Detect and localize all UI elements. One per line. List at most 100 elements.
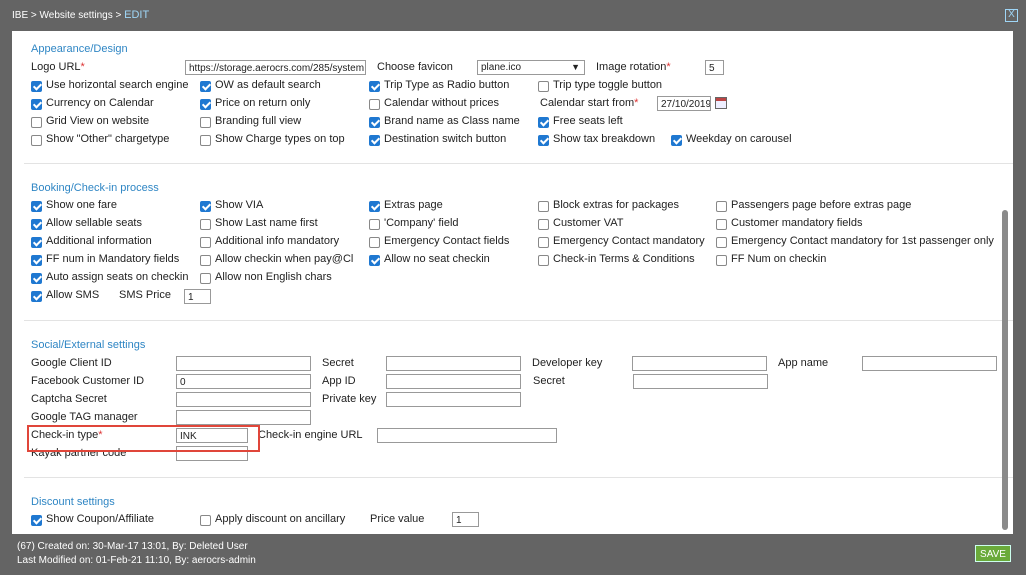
- private-key-label: Private key: [322, 393, 377, 405]
- checkbox-last-name-first[interactable]: [200, 219, 211, 230]
- checkbox-ff-num-checkin[interactable]: [716, 255, 727, 266]
- option-label: Apply discount on ancillary: [215, 513, 346, 525]
- logo-url-label: Logo URL*: [31, 61, 85, 73]
- option-label: Show Last name first: [215, 217, 318, 229]
- checkbox-ow-default[interactable]: [200, 81, 211, 92]
- option-label: Show Charge types on top: [215, 133, 345, 145]
- option-label: Allow sellable seats: [46, 217, 142, 229]
- save-button[interactable]: SAVE: [975, 545, 1011, 562]
- rotation-input[interactable]: 5: [705, 60, 724, 75]
- breadcrumb-path: IBE > Website settings >: [12, 10, 122, 21]
- checkbox-calendar-no-prices[interactable]: [369, 99, 380, 110]
- app-name-input[interactable]: [862, 356, 997, 371]
- checkbox-tax-breakdown[interactable]: [538, 135, 549, 146]
- section-title-booking: Booking/Check-in process: [31, 182, 159, 194]
- option-label: Auto assign seats on checkin: [46, 271, 189, 283]
- checkbox-show-one-fare[interactable]: [31, 201, 42, 212]
- checkbox-block-extras[interactable]: [538, 201, 549, 212]
- checkbox-auto-assign-seats[interactable]: [31, 273, 42, 284]
- google-client-id-input[interactable]: [176, 356, 311, 371]
- checkbox-emergency-first-passenger[interactable]: [716, 237, 727, 248]
- checkbox-additional-info[interactable]: [31, 237, 42, 248]
- checkbox-grid-view[interactable]: [31, 117, 42, 128]
- checkbox-show-via[interactable]: [200, 201, 211, 212]
- option-label: Emergency Contact fields: [384, 235, 510, 247]
- option-label: Weekday on carousel: [686, 133, 792, 145]
- scrollbar-thumb[interactable]: [1002, 210, 1008, 530]
- facebook-customer-id-input[interactable]: 0: [176, 374, 311, 389]
- checkbox-apply-discount-ancillary[interactable]: [200, 515, 211, 526]
- checkin-engine-url-input[interactable]: [377, 428, 557, 443]
- option-label: 'Company' field: [384, 217, 459, 229]
- checkbox-no-seat-checkin[interactable]: [369, 255, 380, 266]
- option-label: Show tax breakdown: [553, 133, 656, 145]
- favicon-select[interactable]: plane.ico ▼: [477, 60, 585, 75]
- calendar-start-input[interactable]: 27/10/2019: [657, 96, 711, 111]
- facebook-customer-id-label: Facebook Customer ID: [31, 375, 145, 387]
- google-secret-input[interactable]: [386, 356, 521, 371]
- option-label: Emergency Contact mandatory: [553, 235, 705, 247]
- checkbox-checkin-pay-cl[interactable]: [200, 255, 211, 266]
- option-label: Block extras for packages: [553, 199, 679, 211]
- checkbox-charge-types-top[interactable]: [200, 135, 211, 146]
- edit-mode-label: EDIT: [124, 9, 150, 21]
- sms-price-label: SMS Price: [119, 289, 171, 301]
- option-label: Currency on Calendar: [46, 97, 154, 109]
- highlight-box: [27, 425, 260, 452]
- checkbox-other-chargetype[interactable]: [31, 135, 42, 146]
- google-tag-manager-input[interactable]: [176, 410, 311, 425]
- option-label: Brand name as Class name: [384, 115, 520, 127]
- checkbox-emergency-fields[interactable]: [369, 237, 380, 248]
- facebook-secret-input[interactable]: [633, 374, 768, 389]
- checkbox-show-coupon[interactable]: [31, 515, 42, 526]
- option-label: Trip type toggle button: [553, 79, 663, 91]
- checkbox-horizontal-search[interactable]: [31, 81, 42, 92]
- settings-panel: Appearance/Design Logo URL* https://stor…: [12, 31, 1013, 534]
- option-label: Check-in Terms & Conditions: [553, 253, 695, 265]
- option-label: Branding full view: [215, 115, 302, 127]
- option-label: Destination switch button: [384, 133, 507, 145]
- checkbox-checkin-terms[interactable]: [538, 255, 549, 266]
- captcha-secret-input[interactable]: [176, 392, 311, 407]
- checkbox-branding-full[interactable]: [200, 117, 211, 128]
- checkbox-weekday-carousel[interactable]: [671, 135, 682, 146]
- option-label: Customer mandatory fields: [731, 217, 863, 229]
- option-label: Use horizontal search engine: [46, 79, 189, 91]
- checkbox-company-field[interactable]: [369, 219, 380, 230]
- checkbox-additional-info-mandatory[interactable]: [200, 237, 211, 248]
- title-bar: IBE > Website settings > EDIT X: [0, 0, 1026, 30]
- calendar-icon[interactable]: [715, 97, 727, 109]
- checkbox-price-return[interactable]: [200, 99, 211, 110]
- checkbox-brand-class[interactable]: [369, 117, 380, 128]
- checkbox-trip-type-radio[interactable]: [369, 81, 380, 92]
- option-label: OW as default search: [215, 79, 321, 91]
- checkbox-emergency-mandatory[interactable]: [538, 237, 549, 248]
- logo-url-input[interactable]: https://storage.aerocrs.com/285/system: [185, 60, 366, 75]
- price-value-input[interactable]: 1: [452, 512, 479, 527]
- private-key-input[interactable]: [386, 392, 521, 407]
- checkbox-ff-mandatory[interactable]: [31, 255, 42, 266]
- app-id-label: App ID: [322, 375, 356, 387]
- checkbox-passengers-before-extras[interactable]: [716, 201, 727, 212]
- checkbox-currency-calendar[interactable]: [31, 99, 42, 110]
- checkbox-extras-page[interactable]: [369, 201, 380, 212]
- captcha-secret-label: Captcha Secret: [31, 393, 107, 405]
- checkbox-non-english-chars[interactable]: [200, 273, 211, 284]
- chevron-down-icon: ▼: [571, 62, 580, 72]
- checkbox-sellable-seats[interactable]: [31, 219, 42, 230]
- checkbox-trip-type-toggle[interactable]: [538, 81, 549, 92]
- option-label: Free seats left: [553, 115, 623, 127]
- close-icon[interactable]: X: [1005, 9, 1018, 22]
- checkbox-free-seats[interactable]: [538, 117, 549, 128]
- app-name-label: App name: [778, 357, 829, 369]
- checkbox-allow-sms[interactable]: [31, 291, 42, 302]
- option-label: Extras page: [384, 199, 443, 211]
- checkbox-customer-mandatory[interactable]: [716, 219, 727, 230]
- option-label: Grid View on website: [46, 115, 150, 127]
- app-id-input[interactable]: [386, 374, 521, 389]
- checkbox-destination-switch[interactable]: [369, 135, 380, 146]
- developer-key-input[interactable]: [632, 356, 767, 371]
- sms-price-input[interactable]: 1: [184, 289, 211, 304]
- checkbox-customer-vat[interactable]: [538, 219, 549, 230]
- option-label: Allow non English chars: [215, 271, 332, 283]
